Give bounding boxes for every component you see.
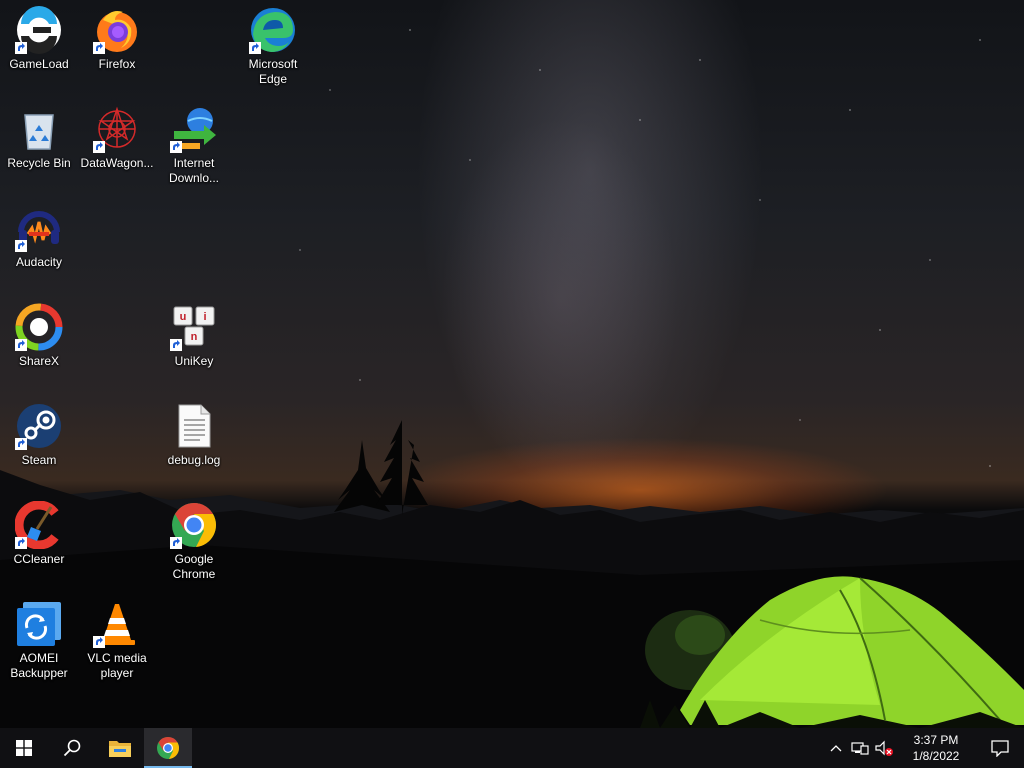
clock-time: 3:37 PM [913, 733, 959, 747]
desktop-icon-recycle-bin[interactable]: Recycle Bin [0, 105, 78, 171]
notification-icon [991, 740, 1009, 757]
desktop-icon-gameload[interactable]: GameLoad [0, 6, 78, 72]
desktop[interactable]: GameLoad Recycle Bin Audacity ShareX Ste… [0, 0, 1024, 728]
svg-text:n: n [191, 331, 198, 343]
svg-text:u: u [180, 311, 187, 323]
steam-icon [15, 402, 63, 450]
desktop-icon-label: Recycle Bin [7, 156, 71, 170]
chrome-icon [157, 737, 180, 759]
action-center-button[interactable] [976, 728, 1024, 768]
text-file-icon [170, 402, 218, 450]
desktop-icon-datawagon[interactable]: DataWagon... [78, 105, 156, 171]
desktop-icon-label: ShareX [18, 354, 60, 368]
svg-text:i: i [203, 311, 206, 323]
edge-icon [249, 6, 297, 54]
desktop-icon-audacity[interactable]: Audacity [0, 204, 78, 270]
folder-icon [109, 741, 131, 757]
desktop-icon-internet-download-manager[interactable]: Internet Downlo... [155, 105, 233, 186]
system-tray: 3:37 PM 1/8/2022 [824, 728, 1024, 768]
desktop-icon-debug-log[interactable]: debug.log [155, 402, 233, 468]
desktop-icon-google-chrome[interactable]: Google Chrome [155, 501, 233, 582]
desktop-icon-label: Internet Downlo... [168, 156, 220, 185]
ccleaner-icon [15, 501, 63, 549]
desktop-icon-label: UniKey [174, 354, 214, 368]
aomei-backupper-icon [15, 600, 63, 648]
desktop-icon-label: Microsoft Edge [248, 57, 298, 86]
desktop-icon-steam[interactable]: Steam [0, 402, 78, 468]
windows-logo-icon [16, 740, 32, 756]
audacity-icon [15, 204, 63, 252]
show-hidden-icons-button[interactable] [824, 728, 848, 768]
volume-button[interactable] [872, 728, 896, 768]
recycle-bin-icon [15, 105, 63, 153]
desktop-icon-vlc[interactable]: VLC media player [78, 600, 156, 681]
search-button[interactable] [48, 728, 96, 768]
desktop-icon-label: Steam [21, 453, 57, 467]
taskbar-google-chrome[interactable] [144, 728, 192, 768]
taskbar-clock[interactable]: 3:37 PM 1/8/2022 [896, 728, 976, 768]
desktop-icon-ccleaner[interactable]: CCleaner [0, 501, 78, 567]
desktop-icon-label: VLC media player [87, 651, 147, 680]
desktop-icon-sharex[interactable]: ShareX [0, 303, 78, 369]
desktop-icon-label: debug.log [167, 453, 221, 467]
sharex-icon [15, 303, 63, 351]
desktop-icon-label: GameLoad [9, 57, 69, 71]
taskbar-file-explorer[interactable] [96, 728, 144, 768]
network-icon [851, 742, 869, 755]
chevron-up-icon [830, 745, 842, 752]
desktop-icon-label: CCleaner [13, 552, 65, 566]
desktop-icon-aomei-backupper[interactable]: AOMEI Backupper [0, 600, 78, 681]
start-button[interactable] [0, 728, 48, 768]
desktop-icon-label: AOMEI Backupper [10, 651, 68, 680]
firefox-icon [93, 6, 141, 54]
vlc-icon [93, 600, 141, 648]
network-button[interactable] [848, 728, 872, 768]
search-icon [63, 739, 81, 757]
desktop-icon-label: Firefox [98, 57, 136, 71]
gameload-icon [15, 6, 63, 54]
clock-date: 1/8/2022 [912, 749, 960, 763]
volume-muted-icon [875, 740, 893, 756]
taskbar: 3:37 PM 1/8/2022 [0, 728, 1024, 768]
chrome-icon [170, 501, 218, 549]
desktop-icon-label: Google Chrome [172, 552, 216, 581]
unikey-icon: u i n [170, 303, 218, 351]
desktop-icon-firefox[interactable]: Firefox [78, 6, 156, 72]
desktop-icon-unikey[interactable]: u i n UniKey [155, 303, 233, 369]
datawagon-icon [93, 105, 141, 153]
internet-download-manager-icon [170, 105, 218, 153]
desktop-icon-label: Audacity [15, 255, 63, 269]
desktop-icon-label: DataWagon... [80, 156, 154, 170]
desktop-icon-microsoft-edge[interactable]: Microsoft Edge [234, 6, 312, 87]
